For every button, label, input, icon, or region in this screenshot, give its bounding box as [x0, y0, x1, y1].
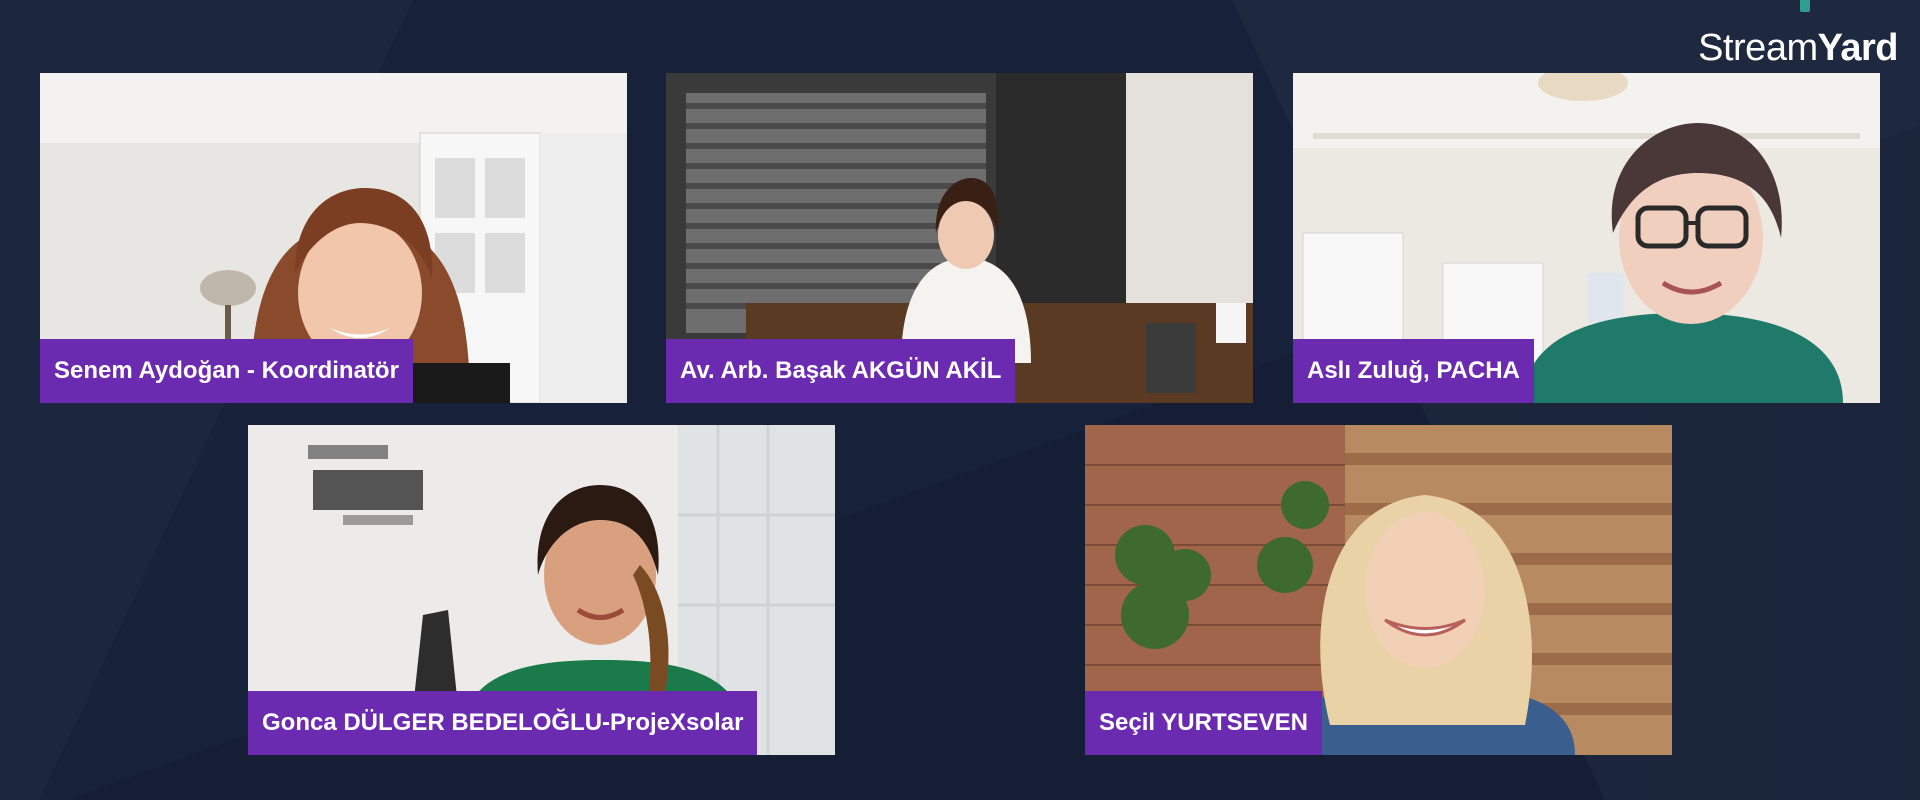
participant-video-5[interactable]: Seçil YURTSEVEN — [1085, 425, 1672, 755]
streamyard-logo: StreamYard — [1678, 0, 1899, 72]
broadcast-stage: StreamYard Senem Aydoğan - Koordinatör A… — [0, 0, 1920, 800]
participant-name-label: Aslı Zuluğ, PACHA — [1293, 339, 1534, 403]
brand-regular: Stream — [1698, 27, 1818, 69]
brand-bold: Yard — [1817, 27, 1899, 69]
participant-name-label: Gonca DÜLGER BEDELOĞLU-ProjeXsolar — [248, 691, 758, 755]
participant-name-label: Av. Arb. Başak AKGÜN AKİL — [666, 339, 1016, 403]
participant-video-1[interactable]: Senem Aydoğan - Koordinatör — [40, 73, 627, 403]
participant-video-2[interactable]: Av. Arb. Başak AKGÜN AKİL — [666, 73, 1253, 403]
participant-video-4[interactable]: Gonca DÜLGER BEDELOĞLU-ProjeXsolar — [248, 425, 835, 755]
streamyard-logo-icon — [1800, 0, 1810, 12]
streamyard-wordmark: StreamYard — [1698, 26, 1898, 70]
participant-video-3[interactable]: Aslı Zuluğ, PACHA — [1293, 73, 1880, 403]
participant-name-label: Senem Aydoğan - Koordinatör — [40, 339, 413, 403]
participant-name-label: Seçil YURTSEVEN — [1085, 691, 1322, 755]
